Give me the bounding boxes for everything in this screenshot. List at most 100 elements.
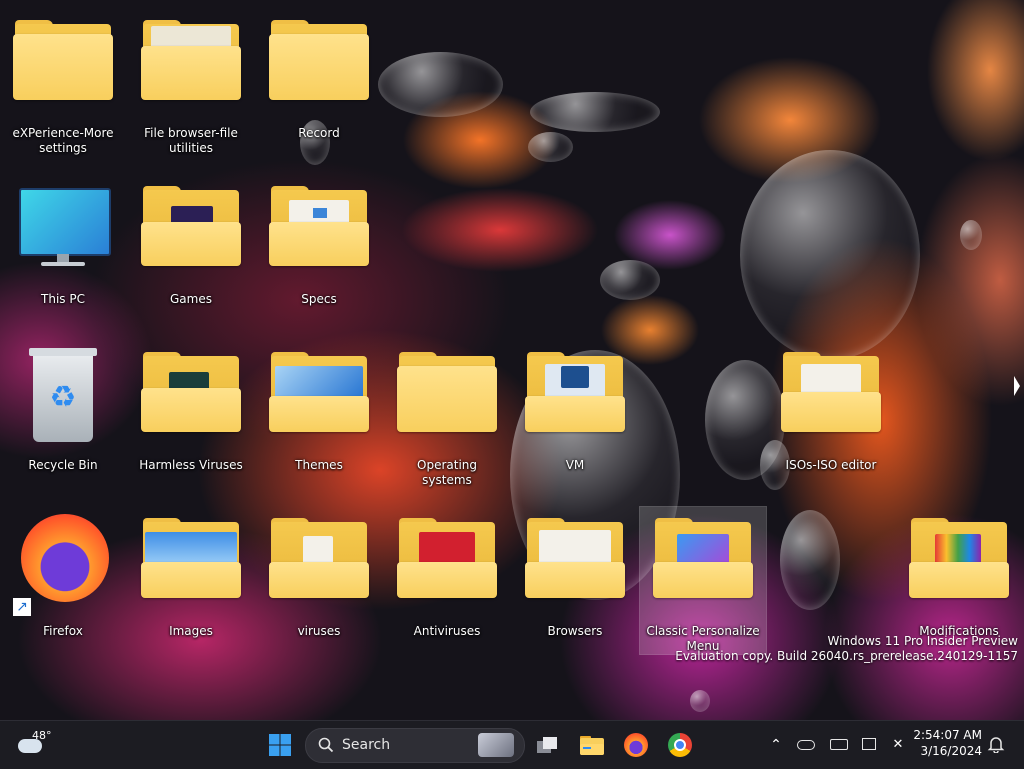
file-explorer-icon: [580, 736, 604, 755]
folder-icon: [525, 518, 625, 598]
desktop-icon-specs[interactable]: Specs: [264, 186, 374, 307]
desktop-icon-label: File browser-file utilities: [144, 126, 238, 155]
network-button[interactable]: [862, 735, 882, 755]
desktop-icon-isos-iso-editor[interactable]: ISOs-ISO editor: [776, 352, 886, 473]
desktop-icon-harmless-viruses[interactable]: Harmless Viruses: [136, 352, 246, 473]
watermark-edition: Windows 11 Pro Insider Preview: [827, 634, 1018, 648]
folder-icon: [397, 352, 497, 432]
desktop-icon-classic-personalize-menu[interactable]: Classic Personalize Menu: [639, 506, 767, 655]
wallpaper-bubble: [378, 52, 503, 117]
keyboard-button[interactable]: [830, 735, 850, 755]
desktop-icon-label: Firefox: [43, 624, 83, 638]
clock[interactable]: 2:54:07 AM 3/16/2024: [912, 727, 982, 759]
monitor-icon: [13, 186, 113, 266]
desktop-icon-modifications[interactable]: Modifications: [904, 518, 1014, 639]
wallpaper-bubble: [600, 260, 660, 300]
wallpaper-bubble: [960, 220, 982, 250]
taskbar-firefox[interactable]: [618, 727, 654, 763]
wallpaper-bubble: [780, 510, 840, 610]
start-icon: [269, 734, 291, 756]
desktop-icon-label: Images: [169, 624, 213, 638]
desktop-icon-label: ISOs-ISO editor: [785, 458, 877, 472]
folder-icon: [653, 518, 753, 598]
desktop-icon-label: Games: [170, 292, 212, 306]
weather-widget[interactable]: 48°: [14, 727, 54, 763]
search-highlight-icon: [478, 733, 514, 757]
wallpaper-bubble: [530, 92, 660, 132]
desktop[interactable]: eXPerience-More settings File browser-fi…: [0, 0, 1024, 720]
folder-icon: [269, 20, 369, 100]
folder-icon: [525, 352, 625, 432]
desktop-icon-themes[interactable]: Themes: [264, 352, 374, 473]
volume-button[interactable]: ✕: [888, 735, 908, 755]
clock-time: 2:54:07 AM: [913, 728, 982, 742]
desktop-icon-label: Operating systems: [417, 458, 477, 487]
desktop-icon-this-pc[interactable]: This PC: [8, 186, 118, 307]
desktop-icon-operating-systems[interactable]: Operating systems: [392, 352, 502, 488]
firefox-icon: [624, 733, 648, 757]
volume-muted-icon: ✕: [892, 737, 904, 752]
wallpaper-bubble: [740, 150, 920, 360]
os-watermark: Windows 11 Pro Insider Preview Evaluatio…: [675, 634, 1018, 664]
folder-icon: [269, 518, 369, 598]
taskbar-chrome[interactable]: [662, 727, 698, 763]
folder-icon: [141, 352, 241, 432]
folder-icon: [13, 20, 113, 100]
desktop-icon-viruses[interactable]: viruses: [264, 518, 374, 639]
bell-icon: [987, 737, 1005, 754]
clock-date: 3/16/2024: [920, 744, 982, 758]
task-view-button[interactable]: [530, 727, 566, 763]
desktop-icon-label: Themes: [295, 458, 343, 472]
cloud-offline-icon: [797, 740, 815, 750]
chevron-up-icon: ⌃: [770, 737, 782, 753]
folder-icon: [141, 186, 241, 266]
taskbar-file-explorer[interactable]: [574, 727, 610, 763]
chrome-icon: [668, 733, 692, 757]
desktop-icon-antiviruses[interactable]: Antiviruses: [392, 518, 502, 639]
firefox-icon: ↗: [13, 514, 113, 616]
search-box[interactable]: Search: [305, 728, 525, 763]
folder-icon: [141, 518, 241, 598]
wallpaper-bubble: [690, 690, 710, 712]
shortcut-arrow-icon: ↗: [13, 598, 31, 616]
desktop-icon-label: Specs: [301, 292, 337, 306]
start-button[interactable]: [262, 727, 298, 763]
desktop-icon-firefox[interactable]: ↗ Firefox: [8, 514, 118, 639]
folder-icon: [269, 186, 369, 266]
mouse-cursor-icon: [1014, 376, 1020, 396]
desktop-icon-label: VM: [565, 458, 585, 472]
onedrive-button[interactable]: [797, 735, 817, 755]
taskbar: 48° Search ⌃ ✕ 2:54:07 AM 3/16/2024: [0, 720, 1024, 769]
desktop-icon-record[interactable]: Record: [264, 20, 374, 141]
notifications-button[interactable]: [987, 735, 1007, 755]
desktop-icon-label: Antiviruses: [413, 624, 481, 638]
desktop-icon-label: Browsers: [547, 624, 603, 638]
desktop-icon-vm[interactable]: VM: [520, 352, 630, 473]
show-hidden-icons-button[interactable]: ⌃: [766, 735, 786, 755]
desktop-icon-label: Recycle Bin: [28, 458, 98, 472]
folder-icon: [781, 352, 881, 432]
watermark-build: Evaluation copy. Build 26040.rs_prerelea…: [675, 649, 1018, 663]
desktop-icon-images[interactable]: Images: [136, 518, 246, 639]
folder-icon: [909, 518, 1009, 598]
folder-icon: [269, 352, 369, 432]
recycle-bin-icon: ♻: [13, 348, 113, 442]
weather-temp: 48°: [32, 729, 52, 742]
folder-icon: [397, 518, 497, 598]
desktop-icon-games[interactable]: Games: [136, 186, 246, 307]
task-view-icon: [537, 737, 557, 753]
search-label: Search: [342, 737, 391, 753]
keyboard-icon: [830, 739, 848, 750]
search-icon: [318, 737, 334, 753]
desktop-icon-recycle-bin[interactable]: ♻ Recycle Bin: [8, 348, 118, 473]
desktop-icon-file-browser[interactable]: File browser-file utilities: [136, 20, 246, 156]
desktop-icon-label: Harmless Viruses: [139, 458, 243, 472]
network-icon: [862, 738, 876, 750]
folder-icon: [141, 20, 241, 100]
desktop-icon-experience-more[interactable]: eXPerience-More settings: [8, 20, 118, 156]
desktop-icon-label: viruses: [297, 624, 341, 638]
desktop-icon-browsers[interactable]: Browsers: [520, 518, 630, 639]
desktop-icon-label: Record: [298, 126, 340, 140]
wallpaper-bubble: [528, 132, 573, 162]
desktop-icon-label: eXPerience-More settings: [12, 126, 114, 155]
